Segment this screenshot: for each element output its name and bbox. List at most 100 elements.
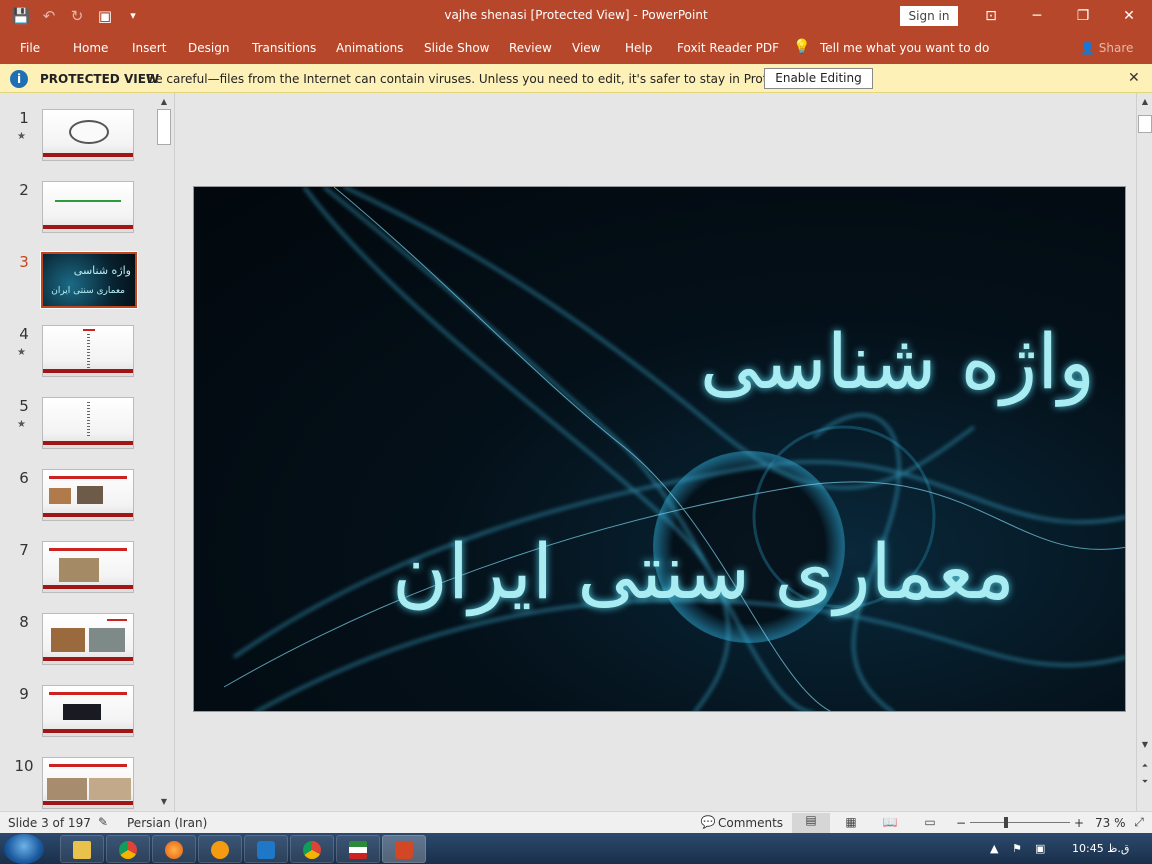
comments-button[interactable]: Comments [718,816,783,830]
thumbnail-slide-1[interactable]: 1 ★ [0,109,156,181]
taskbar-app-blue[interactable] [244,835,288,863]
reading-view-icon[interactable]: 📖 [881,815,899,831]
thumbnail-slide-9[interactable]: 9 [0,685,156,757]
close-button[interactable]: ✕ [1106,4,1152,28]
tab-home[interactable]: Home [73,41,108,55]
thumbnail-slide-5[interactable]: 5 ★ [0,397,156,469]
thumbnail-image [42,181,134,233]
tab-file[interactable]: File [20,41,40,55]
show-hidden-icons[interactable]: ▲ [990,842,998,855]
zoom-slider-handle[interactable] [1004,817,1008,828]
scroll-thumb[interactable] [157,109,171,145]
slide-scrollbar[interactable]: ▲ ▼ ⏶ ⏷ [1136,93,1152,811]
close-icon[interactable]: ✕ [1128,70,1140,86]
taskbar-app-orange[interactable] [198,835,242,863]
taskbar-clock[interactable]: 10:45 ق.ظ [1072,842,1129,855]
app-icon [349,841,367,859]
thumbnail-image [42,613,134,665]
taskbar-powerpoint[interactable] [382,835,426,863]
slide-title-line1[interactable]: واژه شناسی [700,317,1095,406]
tab-review[interactable]: Review [509,41,552,55]
tab-insert[interactable]: Insert [132,41,166,55]
ribbon-display-options-icon[interactable]: ⊡ [968,4,1014,28]
thumbnail-number: 9 [19,685,29,703]
powerpoint-icon [395,841,413,859]
action-center-flag-icon[interactable]: ⚑ [1012,842,1022,855]
redo-icon[interactable]: ↻ [66,6,88,26]
thumbnail-slide-3[interactable]: 3 واژه شناسی معماری سنتی ایران [0,251,156,325]
protected-view-message: Be careful—files from the Internet can c… [147,72,837,86]
zoom-slider[interactable] [970,822,1070,823]
thumbnail-slide-7[interactable]: 7 [0,541,156,613]
restore-button[interactable]: ❐ [1060,4,1106,28]
start-button[interactable] [4,834,44,864]
scroll-up-icon[interactable]: ▲ [157,95,171,109]
language-indicator[interactable]: Persian (Iran) [127,816,207,830]
thumbnail-number: 4 [19,325,29,343]
fit-slide-icon[interactable]: ⤢ [1130,815,1148,831]
thumbnail-title-line2: معماری سنتی ایران [51,286,125,296]
thumbnail-slide-10[interactable]: 10 [0,757,156,811]
tab-transitions[interactable]: Transitions [252,41,316,55]
thumbnail-image [42,469,134,521]
taskbar-firefox[interactable] [152,835,196,863]
sign-in-button[interactable]: Sign in [900,6,958,26]
tab-view[interactable]: View [572,41,600,55]
previous-slide-icon[interactable]: ⏶ [1138,759,1152,773]
thumbnail-number: 3 [19,253,29,271]
zoom-out-button[interactable]: − [956,816,966,830]
minimize-button[interactable]: ─ [1014,4,1060,28]
scroll-up-icon[interactable]: ▲ [1138,95,1152,109]
thumbnail-slide-6[interactable]: 6 [0,469,156,541]
undo-icon[interactable]: ↶ [38,6,60,26]
start-from-beginning-icon[interactable]: ▣ [94,6,116,26]
current-slide[interactable]: واژه شناسی معماری سنتی ایران [193,186,1126,712]
taskbar-app-flag[interactable] [336,835,380,863]
slide-title-line2[interactable]: معماری سنتی ایران [392,527,1015,616]
network-icon[interactable]: ▣ [1035,842,1045,855]
thumbnail-slide-4[interactable]: 4 ★ [0,325,156,397]
tab-design[interactable]: Design [188,41,229,55]
thumbnail-image [42,541,134,593]
share-label: Share [1098,41,1134,55]
taskbar-chrome-2[interactable] [290,835,334,863]
folder-icon [73,841,91,859]
comment-icon[interactable]: 💬 [699,815,717,831]
zoom-level[interactable]: 73 % [1095,816,1126,830]
share-button[interactable]: 👤 Share [1080,41,1133,55]
tab-help[interactable]: Help [625,41,652,55]
next-slide-icon[interactable]: ⏷ [1138,775,1152,789]
thumbnail-number: 2 [19,181,29,199]
notes-edit-icon[interactable]: ✎ [94,815,112,831]
scroll-thumb[interactable] [1138,115,1152,133]
scroll-down-icon[interactable]: ▼ [157,795,171,809]
thumbnail-image [42,109,134,161]
thumbnail-slide-2[interactable]: 2 [0,181,156,253]
app-icon [257,841,275,859]
thumbnail-image: واژه شناسی معماری سنتی ایران [40,251,138,309]
slide-show-icon[interactable]: ▭ [921,815,939,831]
customize-qat-icon[interactable]: ▾ [122,6,144,26]
save-icon[interactable]: 💾 [10,6,32,26]
taskbar-file-explorer[interactable] [60,835,104,863]
thumbnail-slide-8[interactable]: 8 [0,613,156,685]
protected-view-title: PROTECTED VIEW [40,72,160,86]
taskbar-chrome[interactable] [106,835,150,863]
thumbnail-scrollbar[interactable]: ▲ ▼ [157,93,171,811]
tab-animations[interactable]: Animations [336,41,403,55]
thumbnail-number: 5 [19,397,29,415]
thumbnail-number: 1 [19,109,29,127]
tell-me-search[interactable]: Tell me what you want to do [820,41,989,55]
slide-sorter-icon[interactable]: ▦ [842,815,860,831]
thumbnail-number: 6 [19,469,29,487]
normal-view-icon[interactable]: ▤ [792,813,830,833]
firefox-icon [165,841,183,859]
enable-editing-button[interactable]: Enable Editing [764,68,873,89]
tab-foxit-reader-pdf[interactable]: Foxit Reader PDF [677,41,779,55]
thumbnail-image [42,325,134,377]
title-bar: 💾 ↶ ↻ ▣ ▾ vajhe shenasi [Protected View]… [0,0,1152,32]
zoom-in-button[interactable]: + [1074,816,1084,830]
status-bar: Slide 3 of 197 ✎ Persian (Iran) 💬 Commen… [0,811,1152,833]
scroll-down-icon[interactable]: ▼ [1138,738,1152,752]
tab-slide-show[interactable]: Slide Show [424,41,489,55]
